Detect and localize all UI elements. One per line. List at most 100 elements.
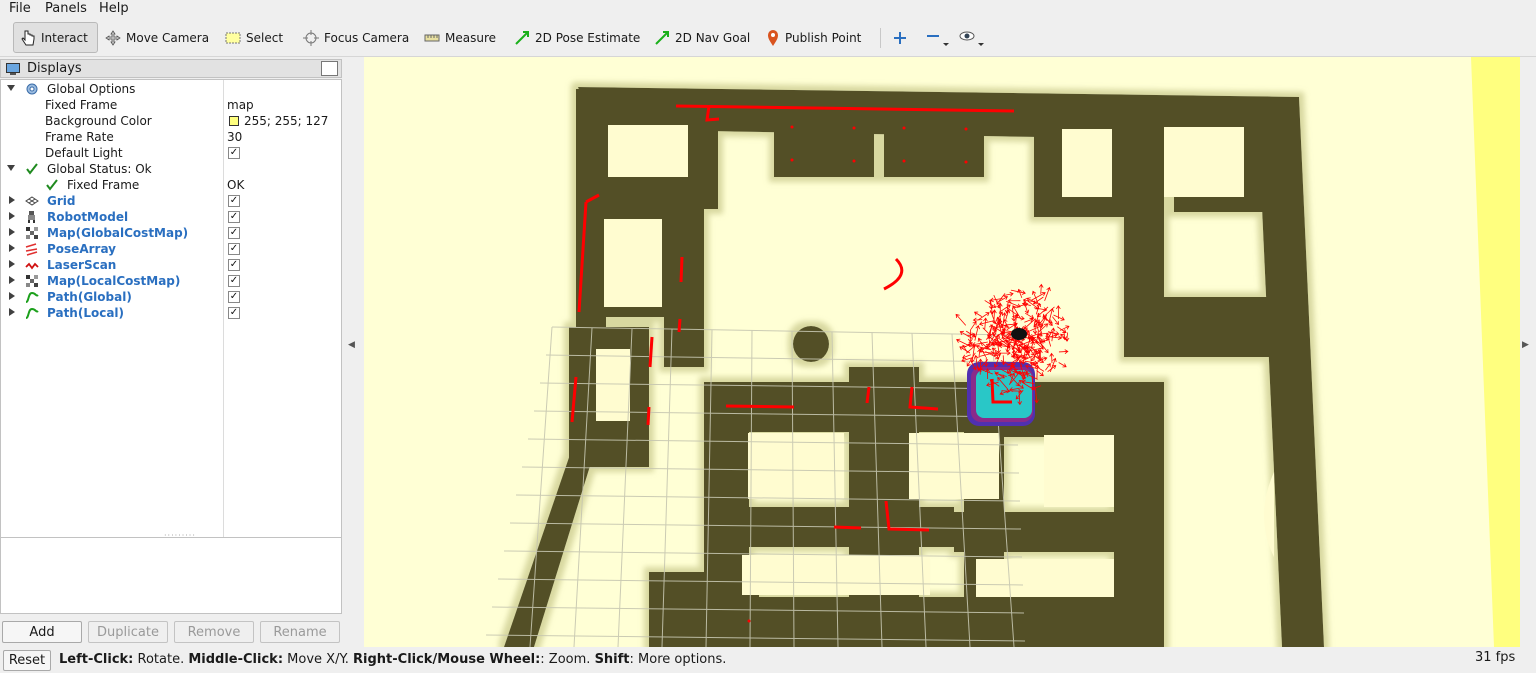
move-camera-tool-button[interactable]: Move Camera [99,22,215,53]
expand-arrow-icon[interactable] [9,260,15,268]
reset-button[interactable]: Reset [3,650,51,671]
rviz-window: File Panels Help Interact Move Camera Se… [0,0,1536,673]
tree-row-local-costmap[interactable]: Map(LocalCostMap) ✓ [1,273,341,289]
global-status-label: Global Status: Ok [47,162,152,176]
ruler-icon [424,34,440,41]
add-tool-button[interactable] [887,22,913,53]
menu-help[interactable]: Help [99,1,129,16]
tool-bar: Interact Move Camera Select Focus Camera… [0,18,1536,57]
tree-row-status-fixed-frame[interactable]: Fixed Frame OK [1,177,341,193]
pose-arrow [1017,288,1023,299]
publish-point-tool-button[interactable]: Publish Point [760,22,867,53]
expand-arrow-icon[interactable] [9,308,15,316]
rename-button[interactable]: Rename [260,621,340,643]
tree-row-posearray[interactable]: PoseArray ✓ [1,241,341,257]
status-right-click: Right-Click/Mouse Wheel: [353,652,541,667]
nav-goal-tool-button[interactable]: 2D Nav Goal [648,22,756,53]
display-checkbox-posearray[interactable]: ✓ [228,243,240,255]
color-swatch[interactable] [229,116,239,126]
right-panel-collapsed [1520,57,1536,647]
pose-estimate-tool-button[interactable]: 2D Pose Estimate [508,22,646,53]
tree-row-frame-rate[interactable]: Frame Rate 30 [1,129,341,145]
interact-tool-button[interactable]: Interact [13,22,98,53]
tree-row-laserscan[interactable]: LaserScan ✓ [1,257,341,273]
displays-tree: Global Options Fixed Frame map Backgroun… [0,79,342,590]
tree-row-fixed-frame[interactable]: Fixed Frame map [1,97,341,113]
status-help-text: Left-Click: Rotate. Middle-Click: Move X… [59,652,726,667]
frame-rate-label: Frame Rate [45,130,114,144]
free-space-bay [1264,472,1274,557]
display-checkbox-robotmodel[interactable]: ✓ [228,211,240,223]
tree-row-path-local[interactable]: Path(Local) ✓ [1,305,341,321]
tree-row-global-costmap[interactable]: Map(GlobalCostMap) ✓ [1,225,341,241]
monitor-icon [6,62,20,75]
expand-arrow-icon[interactable] [7,165,15,171]
remove-button[interactable]: Remove [174,621,254,643]
default-light-checkbox[interactable]: ✓ [228,147,240,159]
expand-arrow-icon[interactable] [9,212,15,220]
pose-arrow [1045,363,1051,371]
undock-button[interactable] [321,61,338,76]
eye-icon [959,31,984,46]
display-checkbox-path-local[interactable]: ✓ [228,307,240,319]
tree-row-default-light[interactable]: Default Light ✓ [1,145,341,161]
tree-row-robotmodel[interactable]: RobotModel ✓ [1,209,341,225]
display-checkbox-local-costmap[interactable]: ✓ [228,275,240,287]
status-middle-click: Middle-Click: [188,652,284,667]
pose-arrow [961,354,971,360]
select-icon [225,32,241,43]
status-left-click: Left-Click: [59,652,134,667]
expand-arrow-icon[interactable] [9,196,15,204]
tree-row-path-global[interactable]: Path(Global) ✓ [1,289,341,305]
menu-panels[interactable]: Panels [45,1,87,16]
remove-tool-button[interactable] [920,22,956,53]
tree-row-global-status[interactable]: Global Status: Ok [1,161,341,177]
expand-arrow-icon[interactable] [9,292,15,300]
display-label-robotmodel: RobotModel [47,210,129,224]
status-bar: Reset Left-Click: Rotate. Middle-Click: … [0,648,1536,673]
display-checkbox-grid[interactable]: ✓ [228,195,240,207]
fixed-frame-value[interactable]: map [227,98,254,112]
pose-arrow [1064,332,1070,342]
expand-arrow-icon[interactable] [9,276,15,284]
menu-file[interactable]: File [9,1,31,16]
display-checkbox-global-costmap[interactable]: ✓ [228,227,240,239]
view-options-button[interactable] [953,22,991,53]
background-color-value[interactable]: 255; 255; 127 [244,114,328,128]
status-middle-action: Move X/Y. [283,652,354,667]
render-viewport[interactable] [364,57,1520,647]
measure-label: Measure [445,30,496,45]
expand-arrow-icon[interactable] [9,228,15,236]
tree-row-grid[interactable]: Grid ✓ [1,193,341,209]
tree-row-background-color[interactable]: Background Color 255; 255; 127 [1,113,341,129]
add-button[interactable]: Add [2,621,82,643]
displays-panel-header: Displays [0,59,342,78]
display-label-path-global: Path(Global) [47,290,132,304]
display-label-local-costmap: Map(LocalCostMap) [47,274,181,288]
collapse-left-panel-arrow-icon[interactable]: ◀ [348,340,355,350]
plus-icon [894,31,906,44]
pose-arrow [1050,327,1056,342]
focus-camera-tool-button[interactable]: Focus Camera [297,22,415,53]
duplicate-button[interactable]: Duplicate [88,621,168,643]
nav-goal-label: 2D Nav Goal [675,30,751,45]
fps-counter: 31 fps [1475,650,1516,665]
expand-arrow-icon[interactable] [9,244,15,252]
select-tool-button[interactable]: Select [219,22,289,53]
move-camera-icon [105,29,121,46]
display-checkbox-laserscan[interactable]: ✓ [228,259,240,271]
tree-row-global-options[interactable]: Global Options [1,81,341,97]
measure-tool-button[interactable]: Measure [418,22,502,53]
global-options-label: Global Options [47,82,136,96]
display-label-laserscan: LaserScan [47,258,117,272]
move-camera-label: Move Camera [126,30,210,45]
select-label: Select [246,30,284,45]
map-icon [26,275,38,287]
frame-rate-value[interactable]: 30 [227,130,242,144]
pose-arrow [1057,326,1067,334]
expand-arrow-icon[interactable] [7,85,15,91]
pose-arrow [955,313,967,326]
collapse-right-panel-arrow-icon[interactable]: ▶ [1522,340,1529,350]
display-checkbox-path-global[interactable]: ✓ [228,291,240,303]
status-right-action: : Zoom. [540,652,595,667]
